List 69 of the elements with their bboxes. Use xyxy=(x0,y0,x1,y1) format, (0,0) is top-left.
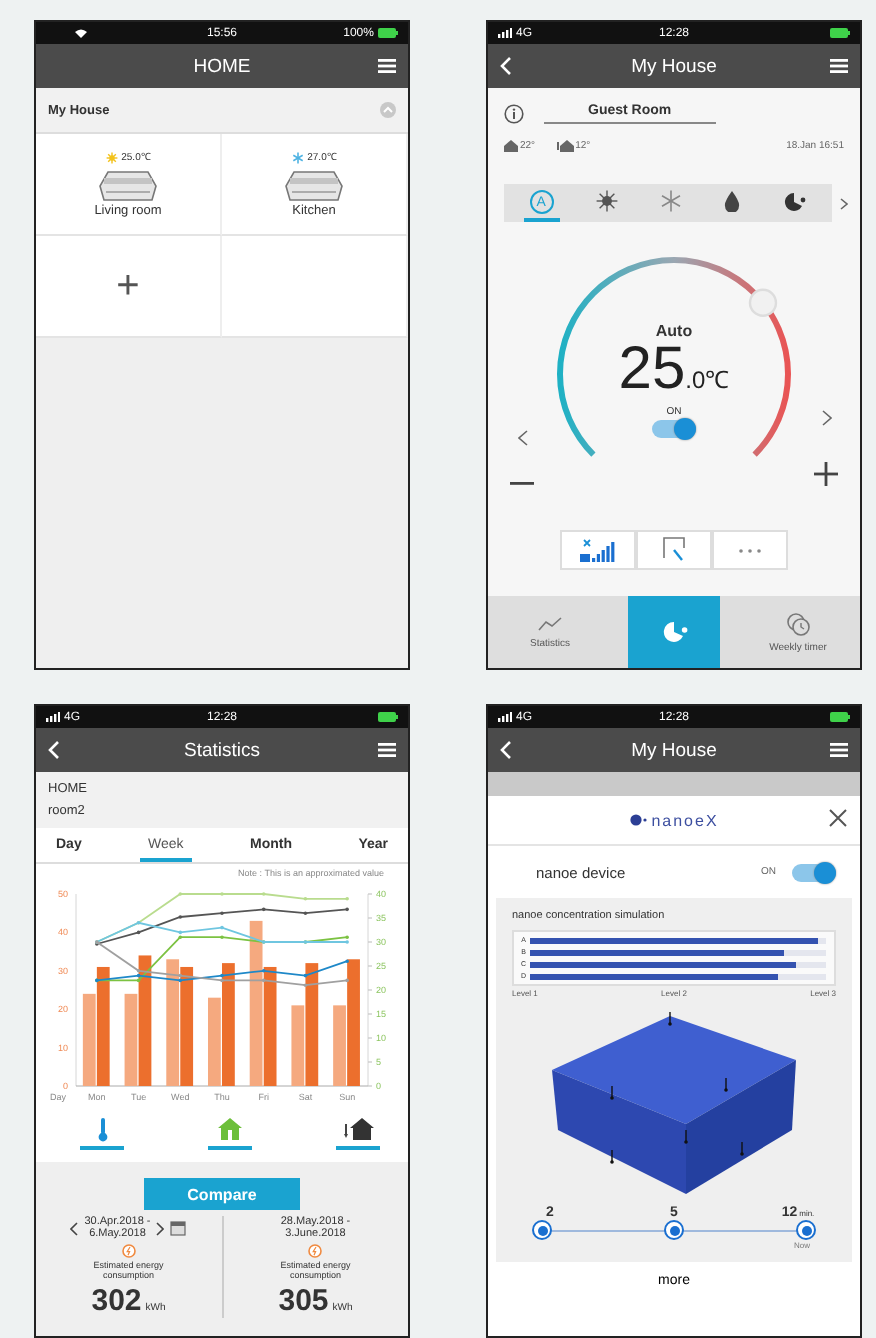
legend-toggle[interactable] xyxy=(208,1118,252,1150)
swing-icon xyxy=(662,536,686,564)
temperature-decimal: .0℃ xyxy=(685,364,730,396)
clock-icon xyxy=(786,611,810,635)
plus-icon[interactable] xyxy=(814,462,838,486)
function-button[interactable] xyxy=(636,530,712,570)
signal-icon xyxy=(46,712,60,722)
minus-icon[interactable] xyxy=(510,482,534,486)
set-temperature: 25 xyxy=(618,340,686,400)
energy-icon xyxy=(121,1244,136,1258)
add-room-tile[interactable]: + xyxy=(36,236,222,338)
mode-label: Auto xyxy=(655,322,693,340)
battery-icon xyxy=(377,712,398,722)
air-conditioner-icon xyxy=(98,166,158,202)
back-icon[interactable] xyxy=(48,740,60,760)
chevron-right-icon[interactable] xyxy=(156,1221,165,1235)
menu-icon[interactable] xyxy=(829,742,848,758)
air-conditioner-icon xyxy=(284,166,344,202)
info-icon[interactable] xyxy=(504,104,524,124)
legend-toggle[interactable] xyxy=(336,1118,380,1150)
consumption-value: 305 xyxy=(278,1284,329,1318)
chevron-right-icon[interactable] xyxy=(840,197,848,209)
screen-title: My House xyxy=(631,739,717,761)
screen-title: My House xyxy=(631,55,717,77)
sun-icon xyxy=(105,151,118,163)
chevron-left-icon[interactable] xyxy=(70,1221,79,1235)
nav-tab[interactable] xyxy=(628,596,720,668)
battery-icon xyxy=(829,712,850,722)
nanoe-logo-icon xyxy=(629,814,648,826)
snowflake-icon xyxy=(659,190,682,212)
more-icon xyxy=(738,547,762,553)
legend-toggle[interactable] xyxy=(80,1118,124,1150)
line-chart-icon xyxy=(538,615,562,631)
back-icon[interactable] xyxy=(500,740,512,760)
time-step-point[interactable] xyxy=(796,1220,816,1240)
nanoe-logo: nanoeX xyxy=(651,811,719,829)
energy-icon xyxy=(308,1244,323,1258)
chevron-left-icon[interactable] xyxy=(517,430,527,446)
wifi-icon xyxy=(74,28,88,38)
close-icon[interactable] xyxy=(828,808,848,828)
time-step-point[interactable] xyxy=(664,1220,684,1240)
snowflake-icon xyxy=(291,151,304,163)
device-toggle[interactable] xyxy=(792,864,836,882)
nanoe-icon xyxy=(660,620,688,644)
indoor-house-icon xyxy=(504,140,518,152)
nanoe-icon xyxy=(782,190,807,212)
battery-icon xyxy=(829,28,850,38)
signal-icon xyxy=(498,28,512,38)
back-icon[interactable] xyxy=(500,56,512,76)
signal-icon xyxy=(498,712,512,722)
chevron-right-icon[interactable] xyxy=(821,410,831,426)
fan-speed-icon xyxy=(580,538,616,562)
power-toggle[interactable] xyxy=(652,420,696,438)
menu-icon[interactable] xyxy=(377,742,396,758)
dial-handle[interactable] xyxy=(748,288,778,317)
screen-title: HOME xyxy=(193,55,251,77)
time-step-point[interactable] xyxy=(532,1220,552,1240)
sun-icon xyxy=(595,190,618,212)
function-button[interactable] xyxy=(560,530,636,570)
calendar-icon[interactable] xyxy=(170,1220,187,1236)
thermometer-icon xyxy=(97,1118,107,1142)
consumption-value: 302 xyxy=(91,1284,142,1318)
menu-icon[interactable] xyxy=(378,58,396,74)
screen-title: Statistics xyxy=(183,739,260,761)
battery-icon xyxy=(377,28,398,38)
outdoor-house-icon xyxy=(343,1118,373,1140)
outdoor-house-icon xyxy=(555,140,574,152)
menu-icon[interactable] xyxy=(829,58,848,74)
droplet-icon xyxy=(724,190,741,212)
